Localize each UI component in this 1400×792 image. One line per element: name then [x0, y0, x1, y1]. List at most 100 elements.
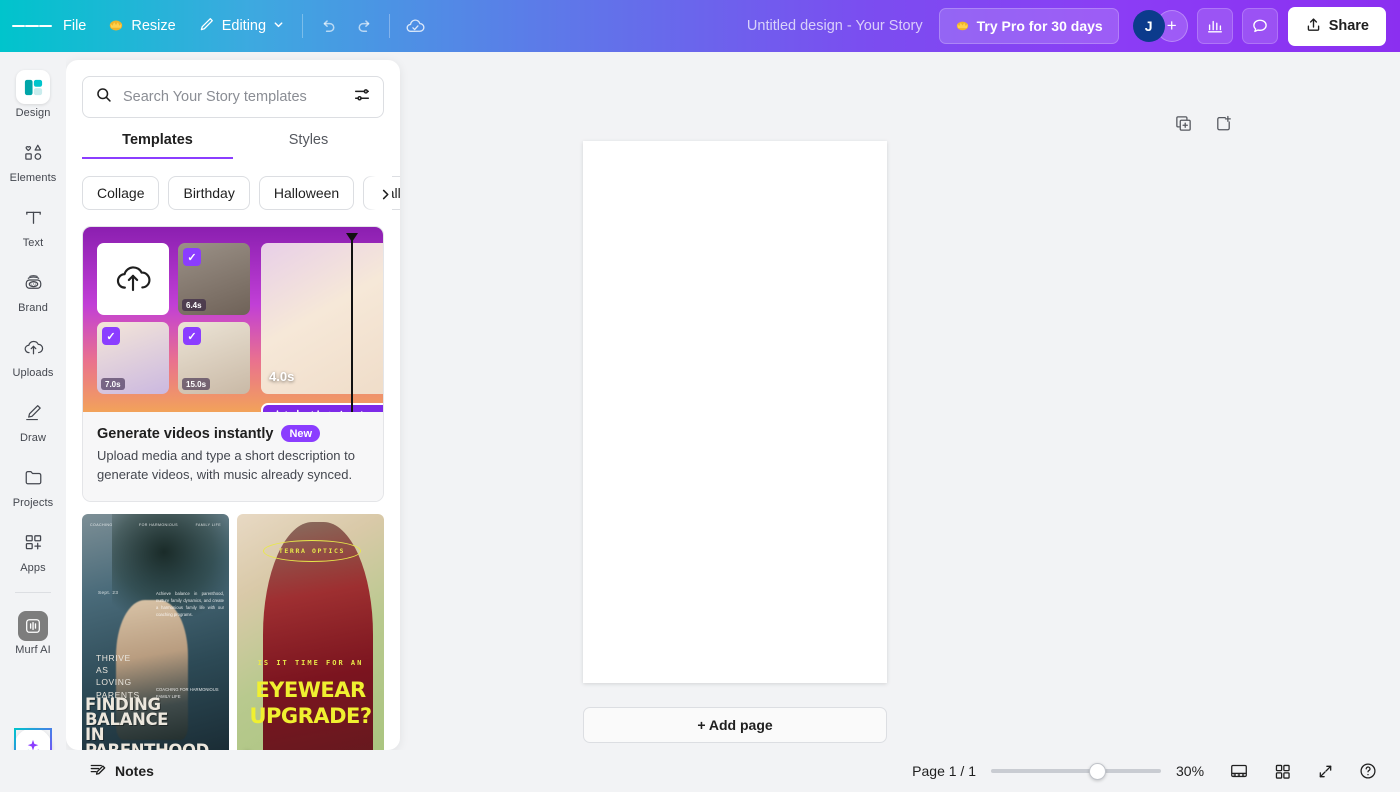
sidebar-item-elements[interactable]: Elements: [4, 129, 62, 189]
sidebar-item-brand[interactable]: CO Brand: [4, 259, 62, 319]
new-badge: New: [281, 425, 321, 442]
crown-icon: [955, 17, 970, 35]
text-icon: [16, 200, 50, 234]
clip-duration: 15.0s: [182, 378, 211, 390]
projects-icon: [16, 460, 50, 494]
page-tools: [1170, 110, 1236, 136]
generate-videos-card[interactable]: ✓ 6.4s ✓ 7.0s ✓ 15.0s 4.0s Generate vide…: [82, 226, 384, 502]
resize-button[interactable]: Resize: [97, 9, 186, 43]
clip-tile: ✓ 7.0s: [97, 322, 169, 394]
pencil-icon: [198, 16, 215, 37]
page-counter: Page 1 / 1: [912, 763, 976, 779]
bottom-bar-right: Page 1 / 1 30%: [912, 757, 1382, 785]
chevron-right-icon[interactable]: [365, 176, 392, 210]
editing-mode-button[interactable]: Editing: [187, 9, 295, 44]
duplicate-page-icon[interactable]: [1170, 110, 1196, 136]
add-page-button[interactable]: + Add page: [583, 707, 887, 743]
waveform-icon: [276, 409, 363, 412]
chip-collage[interactable]: Collage: [82, 176, 160, 210]
undo-icon[interactable]: [310, 8, 346, 44]
sidebar-item-draw[interactable]: Draw: [4, 389, 62, 449]
filter-sliders-icon[interactable]: [353, 86, 371, 109]
design-icon: [16, 70, 50, 104]
template-headline-line2: IN PARENTHOOD: [85, 725, 209, 750]
canvas-area: + Add page: [400, 52, 1400, 750]
search-box[interactable]: [82, 76, 384, 118]
collaborators: J +: [1132, 10, 1188, 42]
sidebar-item-label: Uploads: [12, 367, 54, 379]
file-menu-label: File: [63, 18, 87, 34]
template-mid-text: THRIVE AS LOVING PARENTS: [96, 652, 140, 700]
design-page-1[interactable]: [583, 141, 887, 683]
sidebar-item-design[interactable]: Design: [4, 64, 62, 124]
bar-chart-icon: [1207, 20, 1222, 33]
editing-label: Editing: [221, 18, 267, 34]
uploads-icon: [16, 330, 50, 364]
comment-icon: [1252, 19, 1267, 33]
avatar[interactable]: J: [1132, 10, 1165, 42]
clip-duration: 6.4s: [182, 299, 206, 311]
presenter-view-icon[interactable]: [1225, 757, 1253, 785]
insights-button[interactable]: [1196, 8, 1233, 44]
clip-checkbox: ✓: [183, 327, 201, 345]
document-title[interactable]: Untitled design - Your Story: [737, 12, 933, 40]
notes-button[interactable]: Notes: [80, 755, 163, 788]
generate-videos-heading: Generate videos instantly New: [97, 425, 369, 442]
sidebar-item-label: Projects: [12, 497, 54, 509]
bottom-bar: Notes Page 1 / 1 30%: [0, 750, 1400, 792]
zoom-slider-thumb[interactable]: [1089, 762, 1106, 780]
share-label: Share: [1328, 18, 1369, 34]
clip-duration: 7.0s: [101, 378, 125, 390]
brand-icon: CO: [16, 265, 50, 299]
sidebar-divider: [15, 592, 51, 593]
template-logo: TERRA OPTICS: [263, 539, 361, 562]
chip-birthday[interactable]: Birthday: [168, 176, 250, 210]
sidebar-item-label: Elements: [9, 172, 57, 184]
tab-styles[interactable]: Styles: [233, 132, 384, 159]
sidebar-item-projects[interactable]: Projects: [4, 454, 62, 514]
template-date-label: Sept. 23: [98, 589, 119, 595]
try-pro-button[interactable]: Try Pro for 30 days: [938, 8, 1119, 44]
template-headline-line1: FINDING BALANCE: [85, 695, 169, 730]
fullscreen-icon[interactable]: [1311, 757, 1339, 785]
help-icon[interactable]: [1354, 757, 1382, 785]
resize-label: Resize: [131, 18, 176, 34]
chip-halloween[interactable]: Halloween: [258, 176, 355, 210]
comment-button[interactable]: [1241, 8, 1278, 44]
share-button[interactable]: Share: [1287, 6, 1386, 46]
toolbar-divider-1: [302, 14, 304, 38]
zoom-slider[interactable]: [991, 762, 1161, 780]
cloud-saved-icon[interactable]: [397, 8, 433, 44]
template-card-eyewear[interactable]: TERRA OPTICS IS IT TIME FOR AN EYEWEAR U…: [237, 513, 384, 750]
sidebar-item-label: Draw: [19, 432, 47, 444]
sidebar-item-text[interactable]: Text: [4, 194, 62, 254]
generate-videos-text: Generate videos instantly New Upload med…: [83, 412, 383, 501]
search-input[interactable]: [123, 89, 343, 105]
sidebar-item-apps[interactable]: Apps: [4, 519, 62, 579]
elements-icon: [16, 135, 50, 169]
redo-icon[interactable]: [346, 8, 382, 44]
grid-view-icon[interactable]: [1268, 757, 1296, 785]
generate-videos-artwork: ✓ 6.4s ✓ 7.0s ✓ 15.0s 4.0s: [83, 227, 383, 412]
file-menu-button[interactable]: File: [52, 11, 97, 41]
sidebar-item-label: Design: [15, 107, 51, 119]
apps-icon: [16, 525, 50, 559]
timeline-playhead: [346, 233, 358, 412]
template-card-finding-balance[interactable]: COACHING FOR HARMONIOUS FAMILY LIFE Sept…: [82, 513, 229, 750]
hamburger-icon[interactable]: [12, 6, 52, 46]
sidebar-item-uploads[interactable]: Uploads: [4, 324, 62, 384]
murf-ai-icon: [18, 611, 48, 641]
template-headline: FINDING BALANCE IN PARENTHOOD: [85, 695, 229, 750]
add-page-icon[interactable]: [1210, 110, 1236, 136]
template-headline-line2: UPGRADE?: [249, 703, 372, 728]
sidebar-item-label: Apps: [20, 562, 46, 574]
clip-tile: ✓ 15.0s: [178, 322, 250, 394]
promo-title: Generate videos instantly: [97, 425, 274, 442]
sidebar-item-murf-ai[interactable]: Murf AI: [4, 605, 62, 661]
cloud-upload-icon: [116, 266, 151, 292]
svg-text:CO: CO: [30, 281, 36, 286]
panel-tabs: Templates Styles: [66, 132, 400, 159]
template-tiny-label: FAMILY LIFE: [195, 522, 221, 527]
tab-templates[interactable]: Templates: [82, 132, 233, 159]
upload-icon: [1305, 16, 1322, 37]
